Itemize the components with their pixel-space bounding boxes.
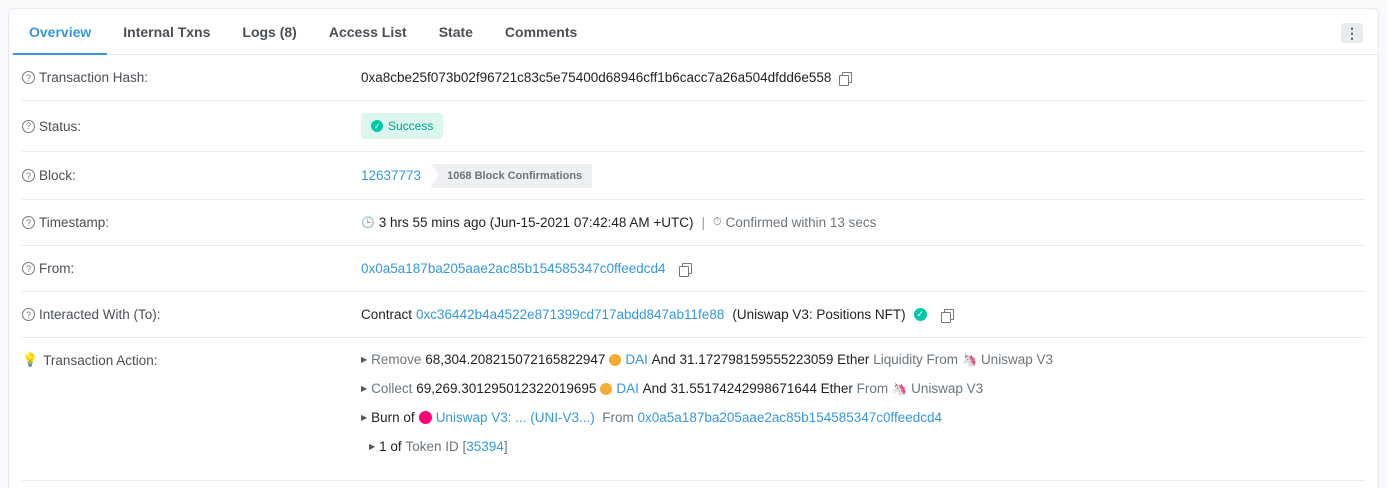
uniswap-nft-token-icon: [418, 411, 432, 424]
token-id-line: ▶ 1 of Token ID [35394]: [369, 439, 508, 454]
interacted-with-label: ? Interacted With (To):: [22, 307, 361, 322]
check-circle-icon: ✓: [371, 120, 383, 132]
help-icon[interactable]: ?: [22, 308, 35, 321]
transaction-action-row: 💡 Transaction Action: ▶ Remove 68,304.20…: [22, 338, 1365, 481]
timestamp-value: 3 hrs 55 mins ago (Jun-15-2021 07:42:48 …: [378, 215, 694, 230]
dai-token-link[interactable]: DAI: [625, 352, 648, 367]
help-icon[interactable]: ?: [22, 119, 35, 133]
copy-icon[interactable]: [678, 262, 692, 277]
action-line-burn: ▶ Burn of Uniswap V3: ... (UNI-V3...) Fr…: [361, 410, 943, 425]
from-address-link[interactable]: 0x0a5a187ba205aae2ac85b154585347c0ffeedc…: [361, 261, 666, 276]
tab-logs[interactable]: Logs (8): [226, 9, 312, 54]
dai-token-icon: [609, 353, 622, 366]
tx-hash-row: ? Transaction Hash: 0xa8cbe25f073b02f967…: [22, 55, 1365, 101]
tab-comments[interactable]: Comments: [489, 9, 593, 54]
timer-icon: ⏱: [713, 216, 722, 228]
tx-hash-value: 0xa8cbe25f073b02f96721c83c5e75400d68946c…: [361, 70, 832, 85]
uniswap-icon: 🦄: [961, 352, 977, 367]
from-row: ? From: 0x0a5a187ba205aae2ac85b154585347…: [22, 246, 1365, 292]
contract-prefix: Contract: [361, 307, 413, 322]
transaction-card: Overview Internal Txns Logs (8) Access L…: [8, 8, 1379, 488]
uni-v3-token-link[interactable]: Uniswap V3: ... (UNI-V3...): [436, 410, 595, 425]
tab-access-list[interactable]: Access List: [313, 9, 423, 54]
help-icon[interactable]: ?: [22, 262, 35, 275]
verified-check-icon: ✓: [913, 308, 927, 321]
dai-token-link[interactable]: DAI: [616, 381, 639, 396]
action-line-collect: ▶ Collect 69,269.301295012322019695 DAI …: [361, 381, 984, 396]
contract-address-link[interactable]: 0xc36442b4a4522e871399cd717abdd847ab11fe…: [416, 307, 724, 322]
block-row: ? Block: 12637773 1068 Block Confirmatio…: [22, 152, 1365, 200]
tab-internal-txns[interactable]: Internal Txns: [107, 9, 226, 54]
uniswap-icon: 🦄: [892, 381, 908, 396]
uniswap-v3-label: Uniswap V3: [911, 381, 984, 396]
separator: |: [701, 215, 706, 230]
block-number-link[interactable]: 12637773: [361, 168, 421, 183]
from-label: ? From:: [22, 261, 361, 276]
transaction-action-list: ▶ Remove 68,304.208215072165822947 DAI A…: [361, 345, 1053, 461]
more-options-button[interactable]: ⋮: [1341, 23, 1363, 43]
lightbulb-icon: 💡: [22, 352, 39, 367]
timestamp-label: ? Timestamp:: [22, 215, 361, 230]
status-label: ? Status:: [22, 119, 361, 134]
confirmed-within: Confirmed within 13 secs: [725, 215, 877, 230]
help-icon[interactable]: ?: [22, 169, 35, 182]
caret-right-icon[interactable]: ▶: [361, 413, 367, 422]
copy-icon[interactable]: [940, 308, 954, 323]
tx-hash-label: ? Transaction Hash:: [22, 70, 361, 85]
uniswap-v3-label: Uniswap V3: [980, 352, 1053, 367]
caret-right-icon[interactable]: ▶: [361, 384, 367, 393]
overview-rows: ? Transaction Hash: 0xa8cbe25f073b02f967…: [9, 55, 1378, 481]
contract-name: (Uniswap V3: Positions NFT): [732, 307, 906, 322]
tab-overview[interactable]: Overview: [13, 9, 108, 55]
caret-right-icon[interactable]: ▶: [369, 442, 375, 451]
caret-right-icon[interactable]: ▶: [361, 355, 367, 364]
transaction-action-label: 💡 Transaction Action:: [22, 352, 158, 368]
interacted-with-row: ? Interacted With (To): Contract 0xc3644…: [22, 292, 1365, 338]
tab-bar: Overview Internal Txns Logs (8) Access L…: [9, 9, 1378, 55]
status-row: ? Status: ✓ Success: [22, 101, 1365, 152]
clock-icon: 🕒: [361, 217, 375, 229]
tab-state[interactable]: State: [423, 9, 489, 54]
burn-from-address-link[interactable]: 0x0a5a187ba205aae2ac85b154585347c0ffeedc…: [638, 410, 943, 425]
help-icon[interactable]: ?: [22, 216, 35, 229]
token-id-link[interactable]: 35394: [466, 439, 504, 454]
help-icon[interactable]: ?: [22, 71, 35, 84]
dai-token-icon: [600, 382, 613, 395]
status-badge: ✓ Success: [361, 113, 444, 139]
action-line-remove: ▶ Remove 68,304.208215072165822947 DAI A…: [361, 352, 1053, 367]
block-label: ? Block:: [22, 168, 361, 183]
copy-icon[interactable]: [839, 71, 853, 86]
timestamp-row: ? Timestamp: 🕒 3 hrs 55 mins ago (Jun-15…: [22, 200, 1365, 246]
block-confirmations-badge: 1068 Block Confirmations: [431, 163, 593, 188]
